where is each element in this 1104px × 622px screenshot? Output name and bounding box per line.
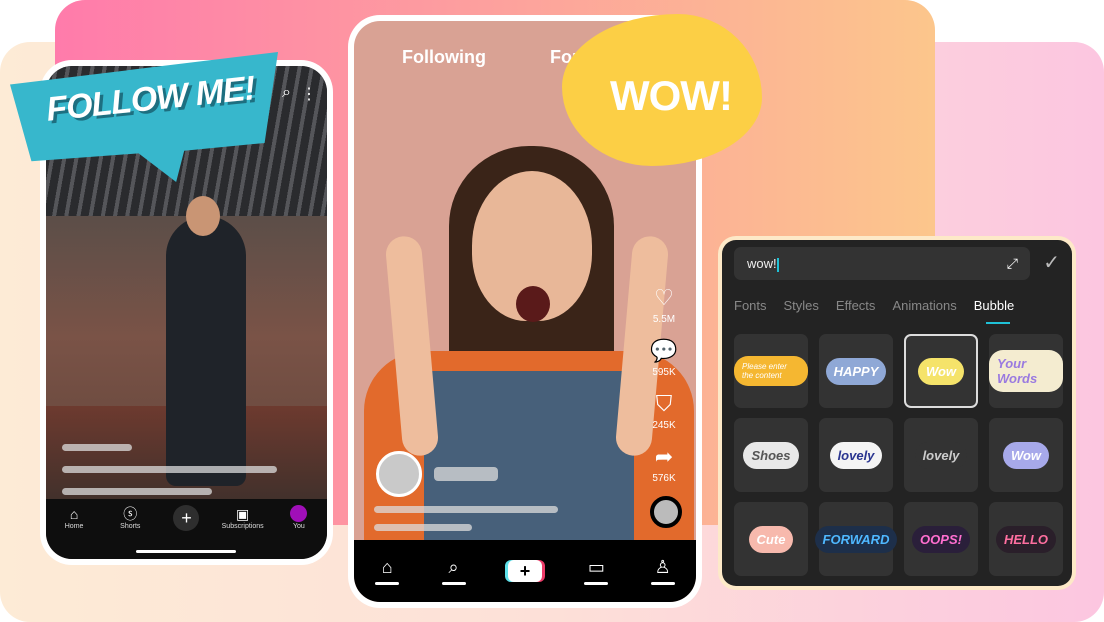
share-count: 576K	[652, 473, 676, 484]
bubble-option[interactable]: FORWARD	[814, 502, 898, 576]
input-value: wow!	[747, 256, 777, 271]
like-count: 5.5M	[652, 314, 676, 325]
search-icon[interactable]: ⌕	[282, 84, 291, 104]
nav-label: Home	[64, 523, 84, 530]
profile-icon: ♙	[654, 557, 671, 577]
share-icon[interactable]: ➦	[655, 445, 673, 469]
bubble-label: OOPS!	[912, 525, 970, 553]
expand-icon[interactable]: ⤢	[1007, 255, 1018, 272]
nav-profile[interactable]: ♙	[650, 557, 675, 585]
tab-styles[interactable]: Styles	[784, 298, 819, 313]
bubble-option[interactable]: Wow	[989, 418, 1063, 492]
bubble-option[interactable]: HAPPY	[819, 334, 893, 408]
bubble-label: HAPPY	[825, 357, 887, 385]
bubble-label: lovely	[829, 441, 883, 469]
nav-home[interactable]: ⌂	[375, 557, 400, 585]
comment-count: 595K	[652, 367, 676, 378]
plus-icon: +	[173, 505, 200, 531]
bookmark-count: 245K	[652, 420, 676, 431]
bubble-option[interactable]: Please enter the content	[734, 334, 808, 408]
nav-label: Subscriptions	[221, 523, 264, 530]
action-rail: ♡ 5.5M 💬 595K ⛉ 245K ➦ 576K	[648, 286, 680, 494]
text-caret	[776, 257, 779, 272]
bubble-label: Your Words	[989, 350, 1063, 392]
nav-home[interactable]: ⌂ Home	[49, 505, 99, 559]
profile-icon	[290, 505, 308, 522]
bubble-label: Wow	[917, 357, 965, 385]
nav-search[interactable]: ⌕	[441, 557, 466, 585]
placeholder-bar	[374, 524, 472, 531]
text-bubble-panel: wow! ⤢ ✓ Fonts Styles Effects Animations…	[718, 236, 1076, 590]
shorts-icon: ⓢ	[123, 506, 138, 522]
creator-avatar[interactable]	[376, 451, 422, 497]
bubble-label: lovely	[914, 441, 968, 469]
bubble-option[interactable]: lovely	[904, 418, 978, 492]
girl-overalls	[424, 371, 634, 561]
home-icon: ⌂	[69, 506, 79, 522]
bubble-label: FORWARD	[814, 525, 898, 553]
placeholder-bar	[374, 506, 558, 513]
bubble-label: Shoes	[743, 441, 799, 469]
music-disc[interactable]	[650, 496, 682, 528]
tab-fonts[interactable]: Fonts	[734, 298, 767, 313]
bubble-option[interactable]: OOPS!	[904, 502, 978, 576]
bubble-label: Please enter the content	[734, 356, 808, 386]
nav-inbox[interactable]: ▭	[584, 557, 609, 585]
bookmark-icon[interactable]: ⛉	[656, 392, 673, 416]
comment-icon[interactable]: 💬	[650, 339, 677, 363]
nav-label: Shorts	[120, 523, 141, 530]
nav-label: You	[292, 523, 305, 530]
inbox-icon: ▭	[587, 557, 605, 577]
bubble-option[interactable]: lovely	[819, 418, 893, 492]
bubble-label: HELLO	[995, 525, 1057, 553]
bubble-grid: Please enter the content HAPPY Wow Your Wor…	[734, 334, 1063, 576]
placeholder-bar	[62, 444, 132, 451]
bubble-option[interactable]: Your Words	[989, 334, 1063, 408]
heart-icon[interactable]: ♡	[654, 286, 674, 310]
search-icon: ⌕	[448, 557, 459, 577]
tab-effects[interactable]: Effects	[836, 298, 876, 313]
bubble-option[interactable]: Cute	[734, 502, 808, 576]
text-input[interactable]: wow! ⤢	[734, 247, 1030, 280]
placeholder-bar	[434, 467, 498, 481]
sticker-text: WOW!	[610, 72, 733, 119]
tab-bubble[interactable]: Bubble	[974, 298, 1014, 324]
follow-me-sticker: FOLLOW ME!	[10, 52, 278, 182]
nav-create[interactable]: +	[507, 560, 542, 582]
nav-you[interactable]: You	[274, 505, 324, 559]
bubble-option[interactable]: Shoes	[734, 418, 808, 492]
bubble-option[interactable]: HELLO	[989, 502, 1063, 576]
bubble-option[interactable]: Wow	[904, 334, 978, 408]
confirm-check-icon[interactable]: ✓	[1043, 250, 1060, 275]
tab-following[interactable]: Following	[402, 47, 486, 68]
bubble-label: Cute	[748, 525, 794, 553]
bottom-nav: ⌂ ⌕ + ▭ ♙	[354, 540, 696, 602]
panel-tabs: Fonts Styles Effects Animations Bubble	[734, 298, 1014, 324]
home-icon: ⌂	[381, 557, 393, 577]
tab-animations[interactable]: Animations	[892, 298, 956, 313]
girl-mouth	[516, 286, 550, 322]
placeholder-bar	[62, 466, 277, 473]
dancer-head	[186, 196, 220, 236]
wow-sticker: WOW!	[562, 14, 762, 166]
dancer-figure	[166, 216, 246, 486]
placeholder-bar	[62, 488, 212, 495]
subscriptions-icon: ▣	[236, 506, 250, 522]
home-indicator	[136, 550, 236, 553]
bubble-label: Wow	[1002, 441, 1050, 469]
create-icon: +	[507, 560, 542, 582]
more-icon[interactable]: ⋮	[301, 84, 317, 104]
